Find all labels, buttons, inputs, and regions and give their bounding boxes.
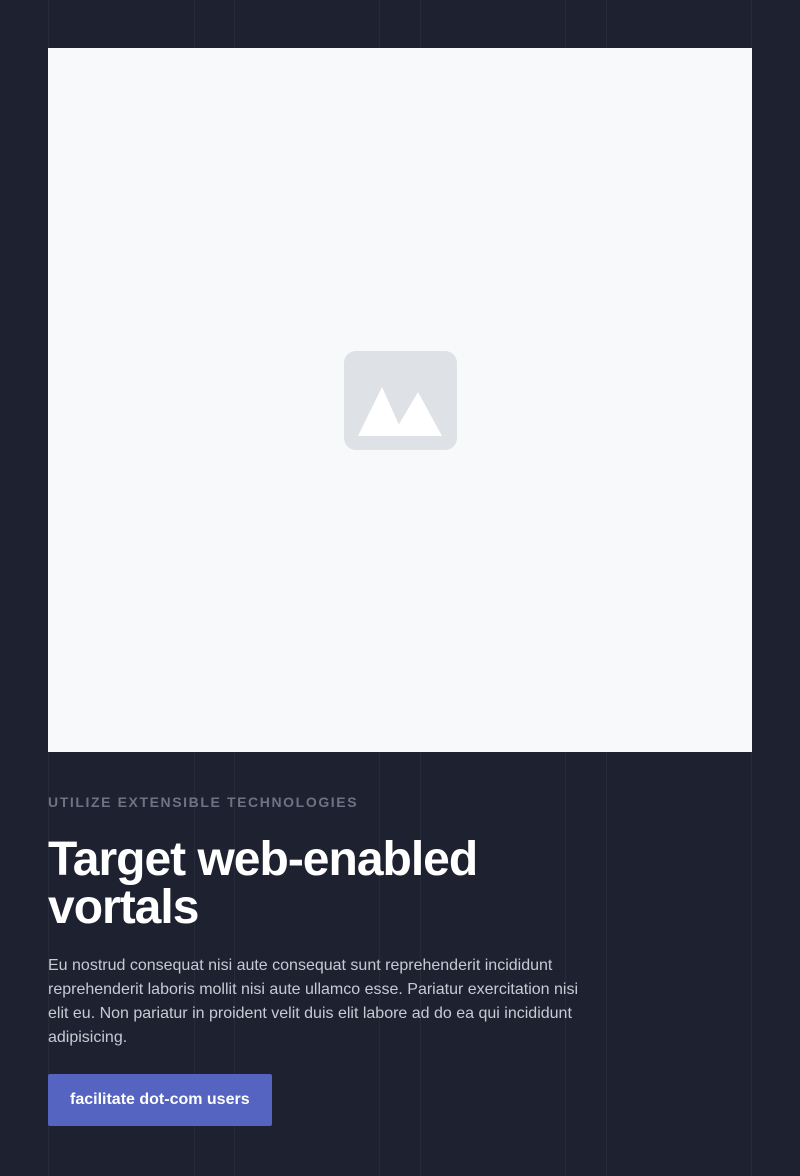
cta-button[interactable]: facilitate dot-com users: [48, 1074, 272, 1126]
eyebrow-label: UTILIZE EXTENSIBLE TECHNOLOGIES: [48, 794, 359, 810]
image-placeholder-icon: [343, 350, 457, 450]
page: UTILIZE EXTENSIBLE TECHNOLOGIES Target w…: [0, 0, 800, 1176]
hero-image: [48, 48, 752, 752]
body-paragraph: Eu nostrud consequat nisi aute consequat…: [48, 957, 579, 1046]
page-title: Target web-enabled vortals: [48, 833, 478, 934]
content-section: UTILIZE EXTENSIBLE TECHNOLOGIES Target w…: [48, 794, 608, 1126]
